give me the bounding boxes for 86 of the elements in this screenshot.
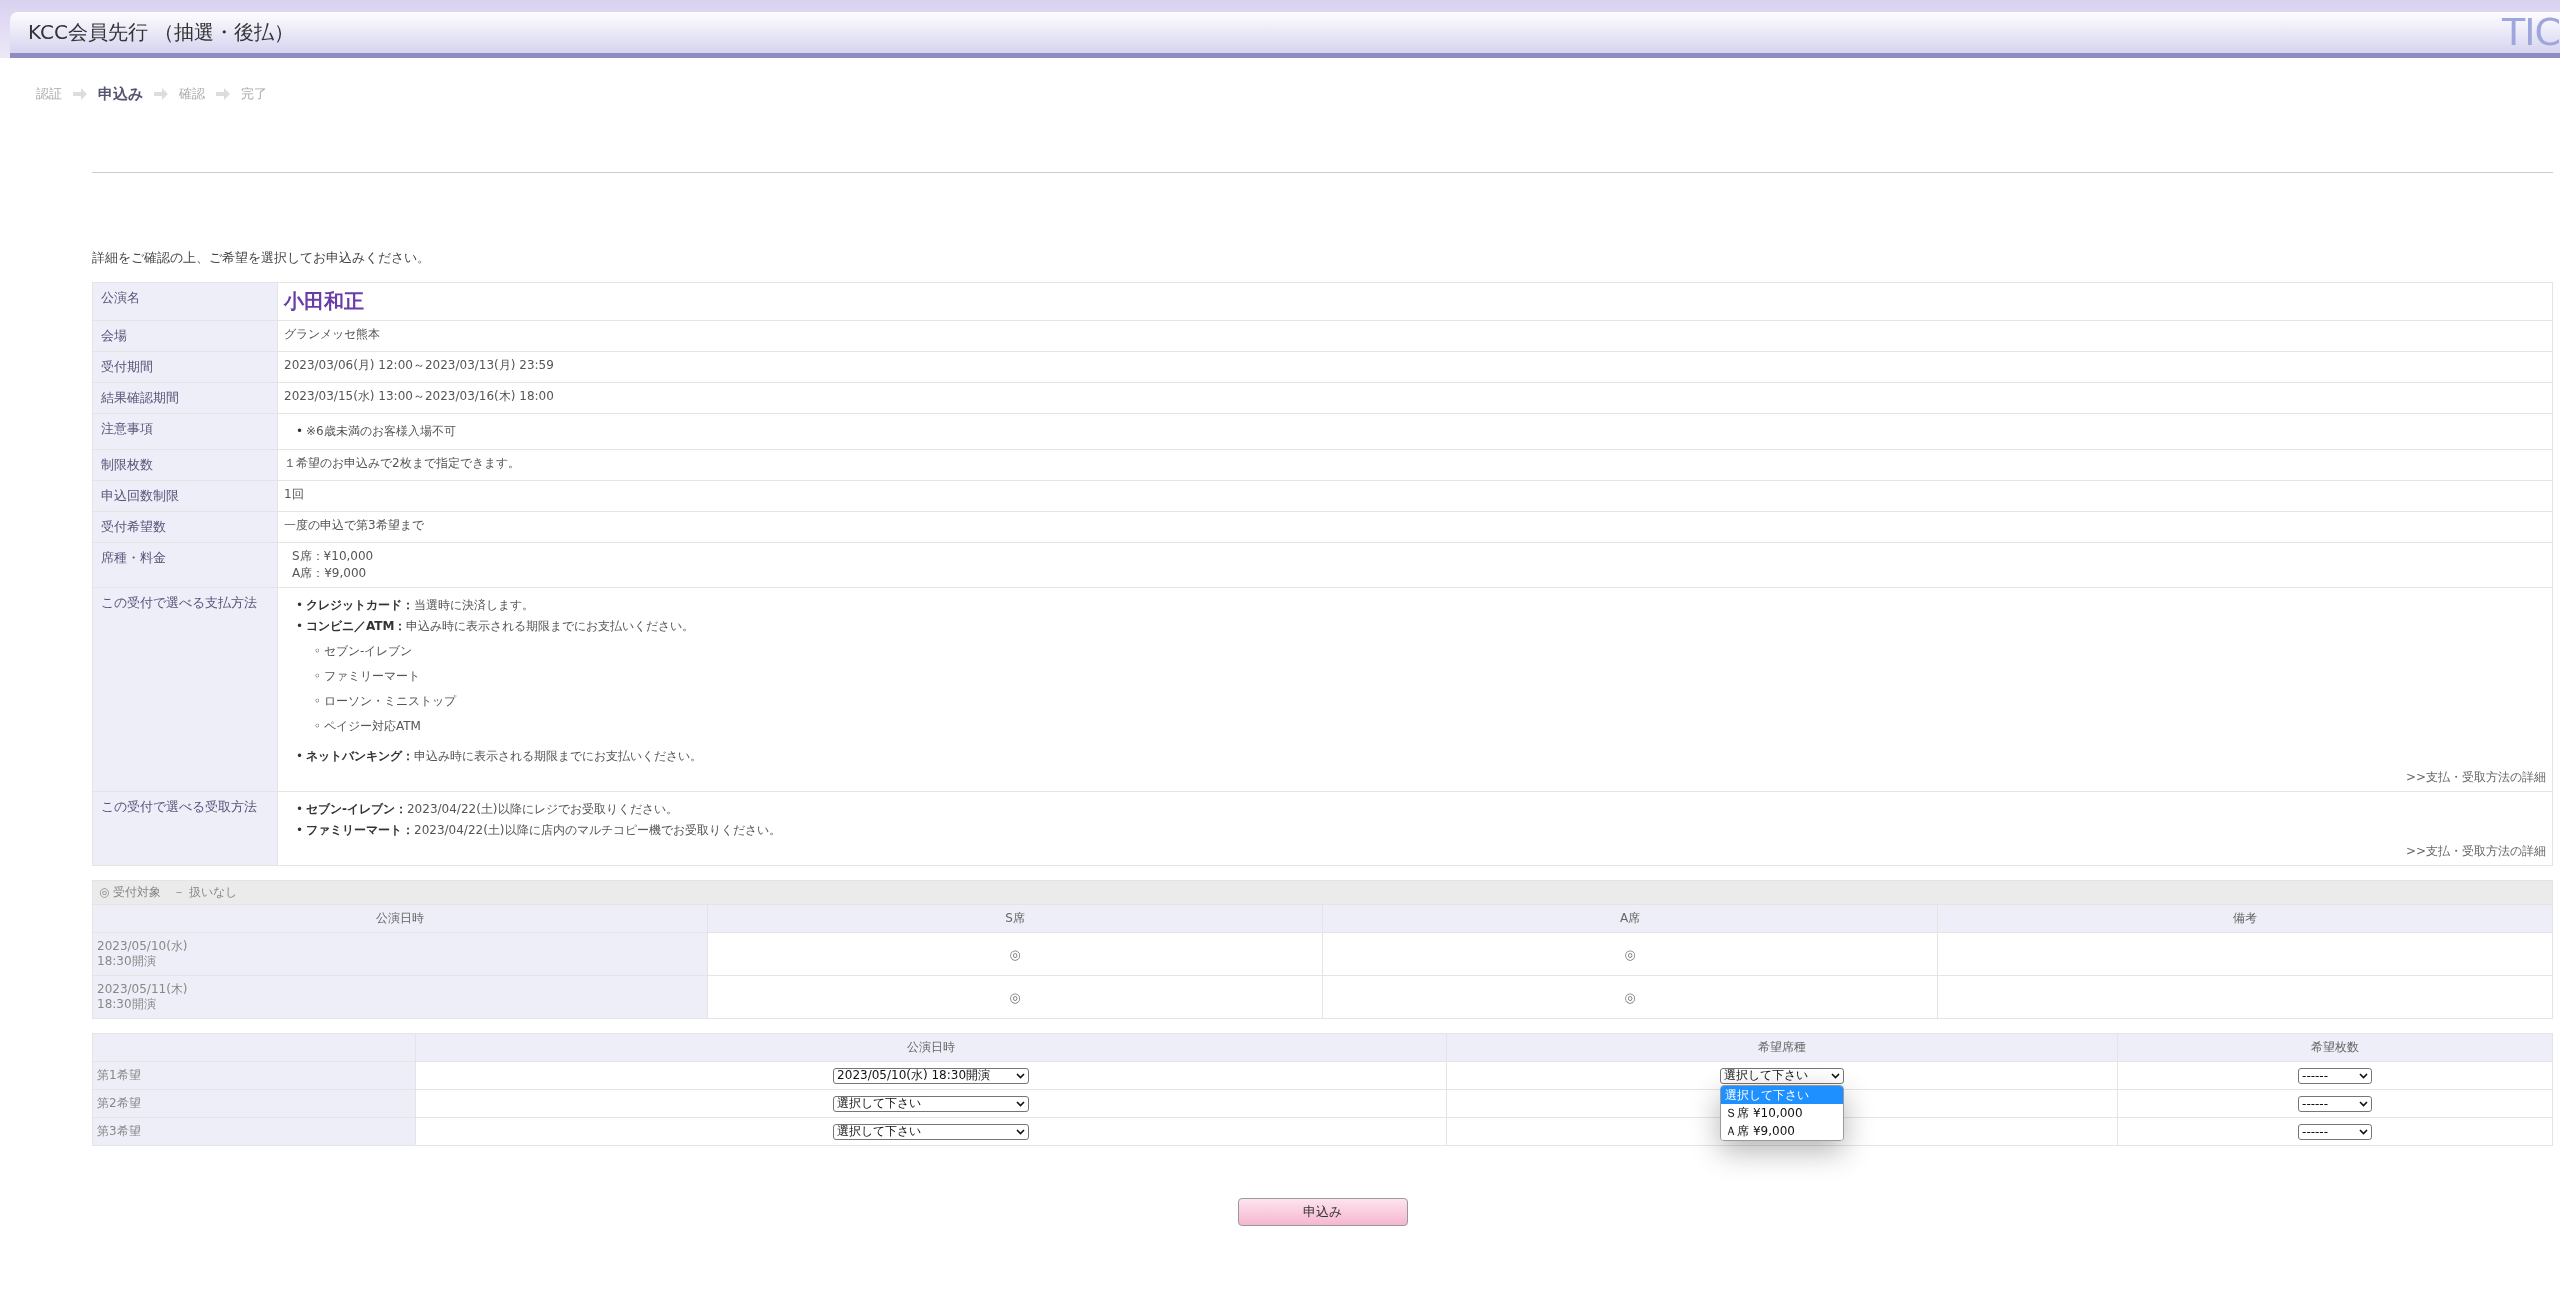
chevron-icon bbox=[1016, 1100, 1026, 1107]
list-item-text: セブン-イレブン：2023/04/22(土)以降にレジでお受取りください。 bbox=[306, 802, 678, 816]
logo: TIC bbox=[2502, 10, 2560, 54]
column-header: S席 bbox=[707, 904, 1323, 933]
availability-cell: ◎ bbox=[1322, 932, 1938, 976]
chevron-icon bbox=[1016, 1128, 1026, 1135]
step-label: 認証 bbox=[36, 85, 62, 103]
detail-label: 結果確認期間 bbox=[92, 382, 278, 414]
submit-button[interactable]: 申込み bbox=[1237, 1198, 1408, 1226]
detail-label: 席種・料金 bbox=[92, 542, 278, 588]
list-item-text: クレジットカード：当選時に決済します。 bbox=[306, 598, 534, 612]
dropdown-option[interactable]: Ａ席 ¥9,000 bbox=[1721, 1122, 1844, 1140]
chevron-icon bbox=[1016, 1072, 1026, 1079]
list-item-text: コンビニ／ATM：申込み時に表示される期限までにお支払いください。 bbox=[306, 619, 695, 633]
column-header: 公演日時 bbox=[415, 1033, 1447, 1062]
detail-value: 2023/03/06(月) 12:00～2023/03/13(月) 23:59 bbox=[284, 358, 554, 372]
column-header: 希望席種 bbox=[1446, 1033, 2118, 1062]
detail-label: 受付希望数 bbox=[92, 511, 278, 543]
arrow-right-icon bbox=[215, 87, 231, 101]
bullet-mark: ◦ bbox=[314, 693, 323, 710]
detail-label: 受付期間 bbox=[92, 351, 278, 383]
payment-details-link[interactable]: >>支払・受取方法の詳細 bbox=[284, 843, 2546, 860]
preference-label: 第2希望 bbox=[92, 1089, 416, 1118]
intro-text: 詳細をご確認の上、ご希望を選択してお申込みください。 bbox=[92, 249, 431, 267]
step-label: 確認 bbox=[179, 85, 205, 103]
bullet-mark: ◦ bbox=[314, 668, 323, 685]
price-text: A席：¥9,000 bbox=[292, 565, 368, 582]
column-header: A席 bbox=[1322, 904, 1938, 933]
date-dropdown[interactable]: 選択して下さい bbox=[833, 1095, 1030, 1112]
detail-value: グランメッセ熊本 bbox=[284, 327, 380, 341]
bullet-mark: • bbox=[296, 801, 305, 818]
list-item-text: セブン-イレブン bbox=[324, 644, 413, 658]
date-cell: 2023/05/10(水) 18:30開演 bbox=[92, 932, 708, 976]
bullet-mark: • bbox=[296, 822, 305, 839]
chevron-icon bbox=[1831, 1072, 1841, 1079]
list-item-text: ファミリーマート bbox=[324, 669, 420, 683]
chevron-icon bbox=[2359, 1072, 2369, 1079]
bullet-mark: • bbox=[296, 597, 305, 614]
detail-label: 公演名 bbox=[92, 282, 278, 321]
seat-dropdown[interactable]: 選択して下さい bbox=[1720, 1067, 1845, 1084]
step-label: 申込み bbox=[98, 84, 143, 104]
step-label: 完了 bbox=[241, 85, 267, 103]
arrow-right-icon bbox=[153, 87, 169, 101]
date-cell: 2023/05/11(木) 18:30開演 bbox=[92, 975, 708, 1019]
chevron-icon bbox=[2359, 1128, 2369, 1135]
date-dropdown[interactable]: 2023/05/10(水) 18:30開演 bbox=[833, 1067, 1030, 1084]
list-item-text: ペイジー対応ATM bbox=[324, 719, 421, 733]
column-header: 公演日時 bbox=[92, 904, 708, 933]
detail-label: 申込回数制限 bbox=[92, 480, 278, 512]
column-header: 備考 bbox=[1937, 904, 2553, 933]
detail-value: 1回 bbox=[284, 487, 304, 501]
detail-value: １希望のお申込みで2枚まで指定できます。 bbox=[284, 456, 520, 470]
payment-details-link[interactable]: >>支払・受取方法の詳細 bbox=[284, 769, 2546, 786]
count-dropdown[interactable]: ------ bbox=[2298, 1067, 2373, 1084]
bullet-mark: • bbox=[296, 748, 305, 765]
list-item-text: ※6歳未満のお客様入場不可 bbox=[306, 424, 456, 438]
detail-label: この受付で選べる支払方法 bbox=[92, 587, 278, 792]
performance-title: 小田和正 bbox=[284, 289, 364, 313]
bullet-mark: ◦ bbox=[314, 643, 323, 660]
detail-label: 会場 bbox=[92, 320, 278, 352]
dropdown-option[interactable]: Ｓ席 ¥10,000 bbox=[1721, 1104, 1844, 1122]
detail-label: この受付で選べる受取方法 bbox=[92, 791, 278, 866]
detail-value: 2023/03/15(水) 13:00～2023/03/16(木) 18:00 bbox=[284, 389, 554, 403]
date-dropdown[interactable]: 選択して下さい bbox=[833, 1123, 1030, 1140]
count-dropdown[interactable]: ------ bbox=[2298, 1123, 2373, 1140]
bullet-mark: ◦ bbox=[314, 718, 323, 735]
arrow-right-icon bbox=[72, 87, 88, 101]
preference-label: 第1希望 bbox=[92, 1061, 416, 1090]
bullet-mark: • bbox=[296, 423, 305, 440]
availability-cell: ◎ bbox=[707, 932, 1323, 976]
list-item-text: ローソン・ミニストップ bbox=[324, 694, 456, 708]
chevron-icon bbox=[2359, 1100, 2369, 1107]
detail-value: 一度の申込で第3希望まで bbox=[284, 518, 424, 532]
availability-cell: ◎ bbox=[707, 975, 1323, 1019]
price-text: S席：¥10,000 bbox=[292, 548, 375, 565]
list-item-text: ネットバンキング：申込み時に表示される期限までにお支払いください。 bbox=[306, 749, 702, 763]
availability-cell: ◎ bbox=[1322, 975, 1938, 1019]
count-dropdown[interactable]: ------ bbox=[2298, 1095, 2373, 1112]
list-item-text: ファミリーマート：2023/04/22(土)以降に店内のマルチコピー機でお受取りください。 bbox=[306, 823, 781, 837]
bullet-mark: • bbox=[296, 618, 305, 635]
preference-label: 第3希望 bbox=[92, 1117, 416, 1146]
column-header: 希望枚数 bbox=[2117, 1033, 2553, 1062]
page-title: KCC会員先行 （抽選・後払） bbox=[28, 19, 295, 46]
detail-label: 制限枚数 bbox=[92, 449, 278, 481]
legend-text: ◎ 受付対象 － 扱いなし bbox=[92, 880, 2553, 905]
detail-label: 注意事項 bbox=[92, 413, 278, 450]
